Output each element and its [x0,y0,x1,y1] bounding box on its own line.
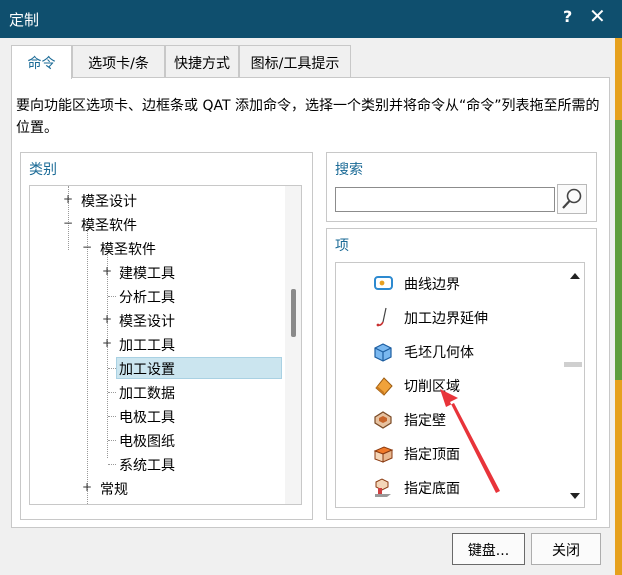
keyboard-button[interactable]: 键盘... [452,533,525,565]
search-input[interactable] [335,187,555,212]
expand-icon[interactable]: + [63,193,73,205]
item-label: 毛坯几何体 [404,345,474,361]
items-group: 项 曲线边界 加工边界延伸 毛坯几何体 切削区域 指定壁 指定顶面 指定底面 [326,228,597,520]
tree-item[interactable]: 电极图纸 [30,428,282,452]
expand-icon[interactable]: + [102,313,112,325]
tree-item-label: 加工工具 [119,338,175,354]
expand-icon[interactable]: + [82,481,92,493]
tree-guide-line [108,368,116,369]
item-label: 指定底面 [404,481,460,497]
tree-scrollbar-thumb[interactable] [291,289,296,337]
boundary-extend-icon [376,307,387,327]
list-item[interactable]: 毛坯几何体 [372,338,552,366]
close-button[interactable]: 关闭 [531,533,601,565]
commands-panel: 要向功能区选项卡、边框条或 QAT 添加命令，选择一个类别并将命令从“命令”列表… [11,77,610,528]
tab-shortcuts[interactable]: 快捷方式 [165,45,239,78]
tab-tabs-bars[interactable]: 选项卡/条 [72,45,165,78]
tree-item[interactable]: + 建模工具 [30,260,282,284]
collapse-icon[interactable]: − [63,217,73,229]
category-tree[interactable]: + 模圣设计 − 模圣软件 − 模圣软件 + 建模工具 分析工具 + 模圣设计 [29,185,302,505]
tree-item[interactable]: − 模圣软件 [30,212,282,236]
tab-icons-tooltips[interactable]: 图标/工具提示 [239,45,351,78]
tree-item-label: 加工数据 [119,386,175,402]
tree-item[interactable]: + 加工工具 [30,332,282,356]
tree-item-label: 建模 [100,503,128,504]
specify-bottom-face-icon [375,478,391,497]
tree-item[interactable]: + 常规 [30,476,282,500]
items-list[interactable]: 曲线边界 加工边界延伸 毛坯几何体 切削区域 指定壁 指定顶面 指定底面 [335,262,585,508]
search-group: 搜索 [326,152,597,222]
tree-item[interactable]: 分析工具 [30,284,282,308]
tree-item[interactable]: + 建模 [30,500,282,504]
list-item[interactable]: 指定底面 [372,474,552,502]
curve-boundary-icon [374,276,393,290]
tree-item[interactable]: − 模圣软件 [30,236,282,260]
instructions-text: 要向功能区选项卡、边框条或 QAT 添加命令，选择一个类别并将命令从“命令”列表… [16,98,600,136]
item-label: 指定顶面 [404,447,460,463]
tree-item-label: 电极工具 [119,410,175,426]
tree-item-label: 常规 [100,482,128,498]
tab-commands[interactable]: 命令 [11,45,72,79]
items-scrollbar[interactable] [562,263,584,507]
tree-guide-line [108,416,116,417]
tree-item[interactable]: 系统工具 [30,452,282,476]
tree-guide-line [108,296,116,297]
list-item[interactable]: 曲线边界 [372,270,552,298]
list-item[interactable]: 指定顶面 [372,440,552,468]
tree-guide-line [108,464,116,465]
cut-area-icon [375,377,393,396]
scroll-down-icon[interactable] [570,493,580,499]
tree-item-label: 电极图纸 [119,434,175,450]
tree-item-label: 模圣设计 [119,314,175,330]
list-item[interactable]: 加工边界延伸 [372,304,552,332]
search-button[interactable] [557,184,587,214]
category-group: 类别 + 模圣设计 − 模圣软件 − 模圣软件 + 建模工具 分析工具 + 模圣… [20,152,313,520]
item-label: 指定壁 [404,413,446,429]
title-bar: 定制 ? ✕ [0,0,622,38]
tree-item[interactable]: + 模圣设计 [30,188,282,212]
items-scrollbar-thumb[interactable] [564,362,582,367]
blank-geometry-icon [374,343,392,362]
tree-item-label: 模圣软件 [81,218,137,234]
items-label: 项 [335,238,349,254]
collapse-icon[interactable]: − [82,241,92,253]
category-label: 类别 [29,162,57,178]
window-title: 定制 [9,11,40,29]
search-label: 搜索 [335,162,363,178]
tree-scrollbar[interactable] [285,186,301,504]
background-app-strip-green [615,120,622,380]
tree-item[interactable]: + 模圣设计 [30,308,282,332]
tree-item-label: 系统工具 [119,458,175,474]
tree-guide-line [108,392,116,393]
close-icon[interactable]: ✕ [589,4,606,28]
tree-item-label: 模圣软件 [100,242,156,258]
item-label: 切削区域 [404,379,460,395]
tree-item-label: 加工设置 [119,362,175,378]
list-item[interactable]: 指定壁 [372,406,552,434]
tree-item-label: 建模工具 [119,266,175,282]
item-label: 曲线边界 [404,277,460,293]
specify-wall-icon [374,411,392,429]
tree-item[interactable]: 加工数据 [30,380,282,404]
specify-top-face-icon [373,446,394,463]
tree-guide-line [108,440,116,441]
scroll-up-icon[interactable] [570,273,580,279]
tree-item-label: 模圣设计 [81,194,137,210]
help-icon[interactable]: ? [563,7,572,26]
tree-item-label: 分析工具 [119,290,175,306]
expand-icon[interactable]: + [102,265,112,277]
search-icon [562,188,582,209]
tree-item-selected[interactable]: 加工设置 [30,356,282,380]
list-item[interactable]: 切削区域 [372,372,552,400]
tree-item[interactable]: 电极工具 [30,404,282,428]
item-label: 加工边界延伸 [404,311,488,327]
expand-icon[interactable]: + [102,337,112,349]
